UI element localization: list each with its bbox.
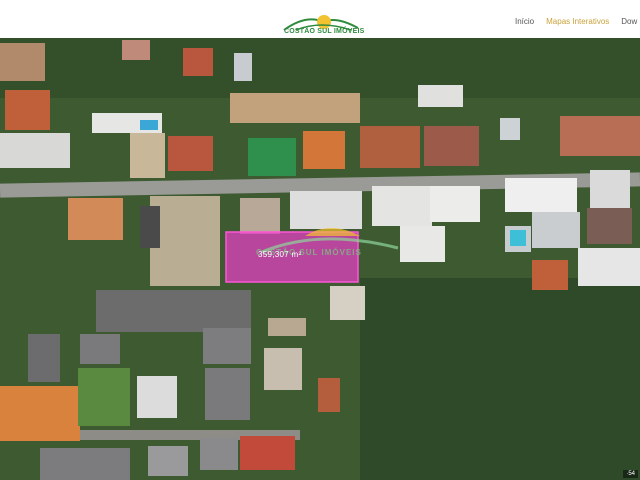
main-nav: Início Mapas Interativos Dow — [515, 17, 637, 26]
site-header: COSTÃO SUL IMÓVEIS Início Mapas Interati… — [0, 0, 640, 38]
nav-link-downloads[interactable]: Dow — [621, 17, 637, 26]
map-imagery — [0, 38, 640, 480]
nav-link-mapas-interativos[interactable]: Mapas Interativos — [546, 17, 609, 26]
brand-name: COSTÃO SUL IMÓVEIS — [284, 28, 365, 35]
lot-area-label[interactable]: 359,307 m² — [258, 250, 301, 259]
satellite-map[interactable]: COSTÃO SUL IMÓVEIS 359,307 m² ·54 — [0, 38, 640, 480]
map-scale: ·54 — [623, 470, 638, 478]
nav-link-inicio[interactable]: Início — [515, 17, 534, 26]
